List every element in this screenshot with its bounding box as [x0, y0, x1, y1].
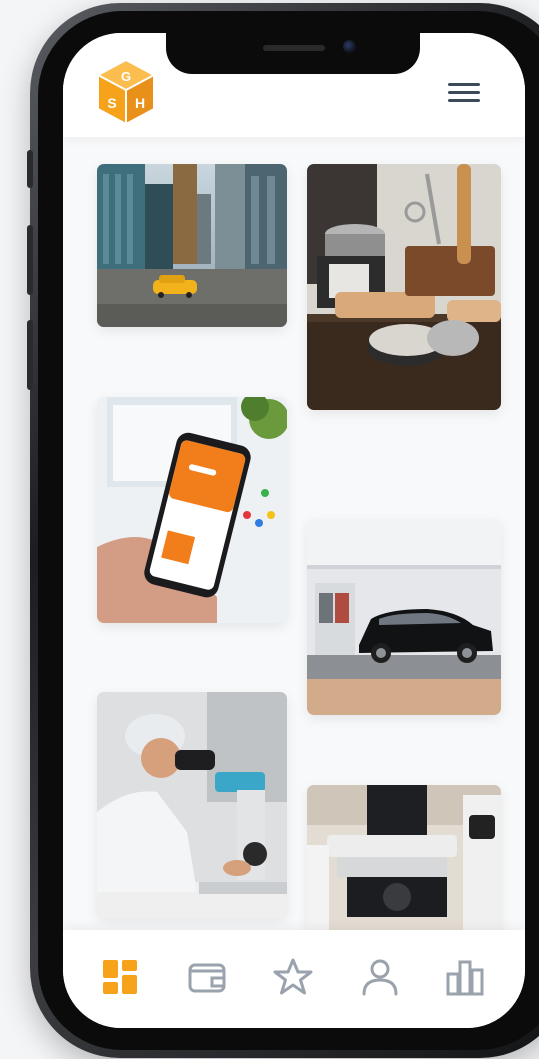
- phone-screen: G S H: [63, 33, 525, 1028]
- scientist-image: [97, 692, 287, 918]
- volume-up-button: [27, 225, 33, 295]
- gallery-item-black-sedan[interactable]: [307, 519, 501, 715]
- gallery-grid: [63, 137, 525, 930]
- menu-line: [448, 91, 480, 94]
- bar-chart-icon: [446, 960, 484, 996]
- earpiece-speaker: [263, 45, 325, 51]
- gallery-item-barber-products[interactable]: [307, 164, 501, 410]
- mockup-stage: G S H: [0, 0, 539, 1059]
- gsh-logo-icon[interactable]: G S H: [95, 58, 157, 126]
- barber-products-image: [307, 164, 501, 410]
- tab-favorites[interactable]: [272, 956, 314, 998]
- menu-line: [448, 83, 480, 86]
- user-icon: [362, 959, 398, 996]
- tab-dashboard[interactable]: [99, 956, 141, 998]
- wallet-icon: [188, 963, 226, 993]
- mute-switch: [27, 150, 33, 188]
- lab-microscope-image: [307, 785, 501, 930]
- tab-statistics[interactable]: [444, 956, 486, 998]
- tab-profile[interactable]: [359, 956, 401, 998]
- volume-down-button: [27, 320, 33, 390]
- logo-letter-h: H: [135, 95, 145, 111]
- black-sedan-image: [307, 519, 501, 715]
- tab-wallet[interactable]: [186, 956, 228, 998]
- notch: [166, 33, 420, 74]
- dashboard-grid-icon: [103, 960, 137, 994]
- star-icon: [273, 958, 313, 995]
- gallery-item-phone-app[interactable]: [97, 397, 287, 623]
- city-street-image: [97, 164, 287, 327]
- gallery-item-lab-microscope[interactable]: [307, 785, 501, 930]
- logo-letter-s: S: [107, 95, 116, 111]
- phone-app-image: [97, 397, 287, 623]
- gallery-item-city-taxi[interactable]: [97, 164, 287, 327]
- hamburger-menu-icon[interactable]: [443, 78, 487, 110]
- front-camera: [343, 40, 356, 53]
- bottom-tab-bar: [63, 930, 525, 1028]
- logo-letter-g: G: [121, 69, 131, 84]
- menu-line: [448, 99, 480, 102]
- gallery-item-scientist[interactable]: [97, 692, 287, 918]
